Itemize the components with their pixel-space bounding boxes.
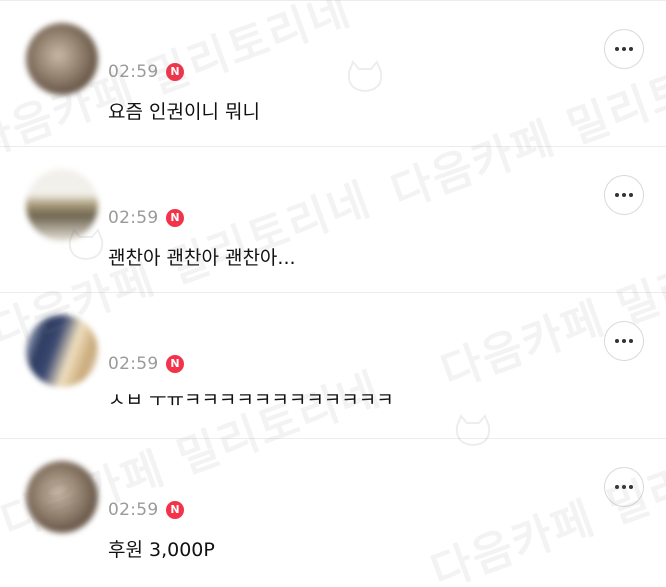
new-badge: N <box>166 355 184 373</box>
avatar[interactable] <box>26 461 98 533</box>
comment-text: 요즘 인권이니 뭐니 <box>108 101 260 123</box>
comment-item: 02:59 N 요즘 인권이니 뭐니 <box>0 0 666 145</box>
comment-text: 후원 3,000P <box>108 539 215 561</box>
comment-list: 02:59 N 요즘 인권이니 뭐니 02:59 N 괜찬아 괜찬아 괜찬아..… <box>0 0 666 587</box>
more-options-button[interactable] <box>604 29 644 69</box>
more-options-button[interactable] <box>604 467 644 507</box>
more-dots-icon <box>615 47 633 51</box>
more-dots-icon <box>615 193 633 197</box>
comment-time: 02:59 <box>108 500 159 520</box>
more-options-button[interactable] <box>604 175 644 215</box>
comment-text: ㅅㅂ ㅜㅠㅋㅋㅋㅋㅋㅋㅋㅋㅋㅋㅋㅋ <box>108 389 394 411</box>
avatar[interactable] <box>26 315 98 387</box>
more-options-button[interactable] <box>604 321 644 361</box>
comment-item: 02:59 N 괜찬아 괜찬아 괜찬아... <box>0 146 666 291</box>
new-badge: N <box>166 501 184 519</box>
more-dots-icon <box>615 485 633 489</box>
comment-text: 괜찬아 괜찬아 괜찬아... <box>108 247 296 269</box>
comment-item: 02:59 N ㅅㅂ ㅜㅠㅋㅋㅋㅋㅋㅋㅋㅋㅋㅋㅋㅋ <box>0 292 666 437</box>
comment-item: 02:59 N 후원 3,000P <box>0 438 666 583</box>
comment-time: 02:59 <box>108 208 159 228</box>
new-badge: N <box>166 209 184 227</box>
comment-time: 02:59 <box>108 354 159 374</box>
comment-time: 02:59 <box>108 62 159 82</box>
avatar[interactable] <box>26 169 98 241</box>
avatar[interactable] <box>26 23 98 95</box>
more-dots-icon <box>615 339 633 343</box>
new-badge: N <box>166 63 184 81</box>
